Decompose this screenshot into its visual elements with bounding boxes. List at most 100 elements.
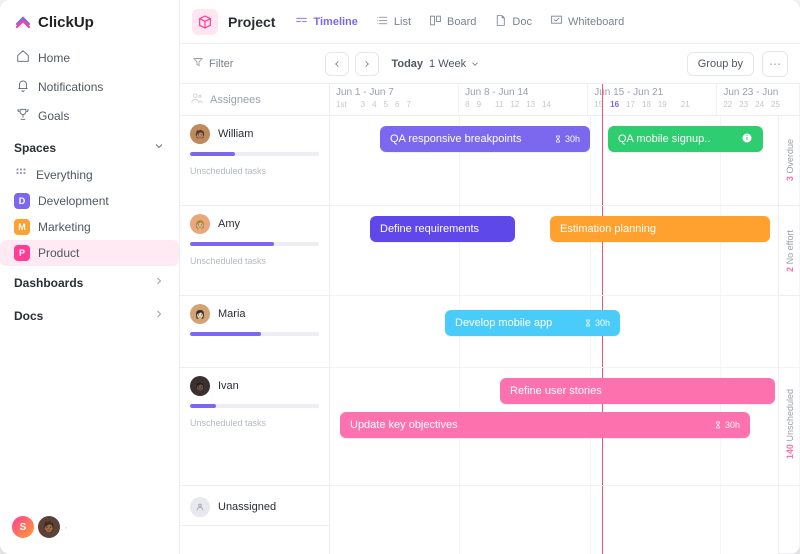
progress-bar xyxy=(190,242,319,246)
info-icon xyxy=(741,132,753,147)
home-icon xyxy=(16,49,30,66)
week-col: Jun 1 - Jun 7 1st34567 xyxy=(330,84,459,115)
person-icon xyxy=(190,497,210,517)
week-label: Jun 15 - Jun 21 xyxy=(594,87,710,98)
right-status-badges: 3 Overdue 2 No effort 140 Unscheduled xyxy=(778,116,800,554)
week-col: Jun 15 - Jun 21 151617181921 xyxy=(588,84,717,115)
space-everything[interactable]: Everything xyxy=(0,161,179,188)
avatar-peer[interactable]: 🧑🏾 xyxy=(38,516,60,538)
space-chip-d: D xyxy=(14,193,30,209)
task-define-req[interactable]: Define requirements xyxy=(370,216,515,242)
assignee-row-maria[interactable]: 👩🏻 Maria xyxy=(180,296,329,368)
nav-notifications[interactable]: Notifications xyxy=(8,72,171,101)
view-doc[interactable]: Doc xyxy=(490,11,536,33)
prev-button[interactable] xyxy=(325,52,349,76)
bell-icon xyxy=(16,78,30,95)
view-timeline[interactable]: Timeline xyxy=(291,11,361,33)
view-tabs: Timeline List Board Doc Whiteboard xyxy=(291,11,628,33)
week-col: Jun 8 - Jun 14 8911121314 xyxy=(459,84,588,115)
lane-william: QA responsive breakpoints 30h QA mobile … xyxy=(330,116,800,206)
view-timeline-label: Timeline xyxy=(313,16,357,28)
range-label: 1 Week xyxy=(429,58,466,70)
space-marketing[interactable]: M Marketing xyxy=(0,214,179,240)
chevron-right-icon xyxy=(153,308,165,323)
avatar: 👩🏼 xyxy=(190,214,210,234)
chevron-down-icon xyxy=(153,140,165,155)
presence-more: · xyxy=(64,520,68,534)
more-button[interactable]: ⋯ xyxy=(762,51,788,77)
lane-maria: Develop mobile app 30h xyxy=(330,296,800,368)
groupby-button[interactable]: Group by xyxy=(687,52,754,76)
overdue-badge[interactable]: 3 Overdue xyxy=(779,116,800,206)
assignee-header-label: Assignees xyxy=(210,94,261,106)
space-everything-label: Everything xyxy=(36,168,93,182)
task-label: Estimation planning xyxy=(560,223,656,235)
week-label: Jun 23 - Jun xyxy=(723,87,793,98)
assignee-header[interactable]: Assignees xyxy=(180,84,329,116)
nav-home-label: Home xyxy=(38,51,70,65)
assignee-row-amy[interactable]: 👩🏼Amy Unscheduled tasks xyxy=(180,206,329,296)
hourglass-icon: 30h xyxy=(714,420,740,430)
noeffort-badge[interactable]: 2 No effort xyxy=(779,206,800,296)
brand-logo[interactable]: ClickUp xyxy=(0,12,179,43)
dashboards-label: Dashboards xyxy=(14,276,83,290)
view-whiteboard[interactable]: Whiteboard xyxy=(546,11,628,33)
brand-name: ClickUp xyxy=(38,14,94,31)
unscheduled-badge[interactable]: 140 Unscheduled xyxy=(779,296,800,554)
space-product[interactable]: P Product xyxy=(0,240,179,266)
project-icon xyxy=(192,9,218,35)
timeline-date-header: Jun 1 - Jun 7 1st34567 Jun 8 - Jun 14 89… xyxy=(330,84,800,116)
space-development[interactable]: D Development xyxy=(0,188,179,214)
subtoolbar: Filter Today 1 Week Group by ⋯ xyxy=(180,44,800,84)
task-label: Develop mobile app xyxy=(455,317,552,329)
task-refine-stories[interactable]: Refine user stories xyxy=(500,378,775,404)
week-col: Jun 23 - Jun 22232425 xyxy=(717,84,800,115)
assignee-row-william[interactable]: 🧑🏽William Unscheduled tasks xyxy=(180,116,329,206)
lane-ivan: Refine user stories Update key objective… xyxy=(330,368,800,486)
progress-bar xyxy=(190,404,319,408)
spaces-header[interactable]: Spaces xyxy=(0,130,179,161)
next-button[interactable] xyxy=(355,52,379,76)
task-label: Define requirements xyxy=(380,223,479,235)
avatar-self[interactable]: S xyxy=(12,516,34,538)
space-chip-p: P xyxy=(14,245,30,261)
view-doc-label: Doc xyxy=(512,16,532,28)
view-board-label: Board xyxy=(447,16,476,28)
docs-section[interactable]: Docs xyxy=(0,299,179,332)
project-title[interactable]: Project xyxy=(228,14,275,30)
task-qa-breakpoints[interactable]: QA responsive breakpoints 30h xyxy=(380,126,590,152)
nav-goals[interactable]: Goals xyxy=(8,101,171,130)
view-board[interactable]: Board xyxy=(425,11,480,33)
topbar: Project Timeline List Board Doc xyxy=(180,0,800,44)
board-icon xyxy=(429,14,442,30)
avatar: 🧑🏿 xyxy=(190,376,210,396)
unscheduled-label: Unscheduled tasks xyxy=(190,166,319,176)
presence-avatars[interactable]: S 🧑🏾 · xyxy=(0,508,179,546)
assignee-name-label: Unassigned xyxy=(218,501,276,513)
task-update-objectives[interactable]: Update key objectives 30h xyxy=(340,412,750,438)
avatar: 👩🏻 xyxy=(190,304,210,324)
timeline-icon xyxy=(295,14,308,30)
today-button[interactable]: Today xyxy=(391,58,423,70)
task-qa-mobile[interactable]: QA mobile signup.. xyxy=(608,126,763,152)
timeline-grid[interactable]: Jun 1 - Jun 7 1st34567 Jun 8 - Jun 14 89… xyxy=(330,84,800,554)
nav-home[interactable]: Home xyxy=(8,43,171,72)
task-estimation[interactable]: Estimation planning xyxy=(550,216,770,242)
range-select[interactable]: 1 Week xyxy=(429,58,480,70)
people-icon xyxy=(190,91,204,108)
assignee-name-label: Maria xyxy=(218,308,246,320)
whiteboard-icon xyxy=(550,14,563,30)
unscheduled-label: Unscheduled tasks xyxy=(190,418,319,428)
assignee-row-ivan[interactable]: 🧑🏿Ivan Unscheduled tasks xyxy=(180,368,329,486)
dashboards-section[interactable]: Dashboards xyxy=(0,266,179,299)
main: Project Timeline List Board Doc xyxy=(180,0,800,554)
clickup-logo-icon xyxy=(14,12,32,33)
app-window: ClickUp Home Notifications Goals Spaces … xyxy=(0,0,800,554)
sidebar: ClickUp Home Notifications Goals Spaces … xyxy=(0,0,180,554)
assignee-row-unassigned[interactable]: Unassigned xyxy=(180,486,329,526)
space-chip-m: M xyxy=(14,219,30,235)
task-label: Refine user stories xyxy=(510,385,602,397)
filter-button[interactable]: Filter xyxy=(192,56,233,71)
view-list[interactable]: List xyxy=(372,11,415,33)
task-develop-mobile[interactable]: Develop mobile app 30h xyxy=(445,310,620,336)
